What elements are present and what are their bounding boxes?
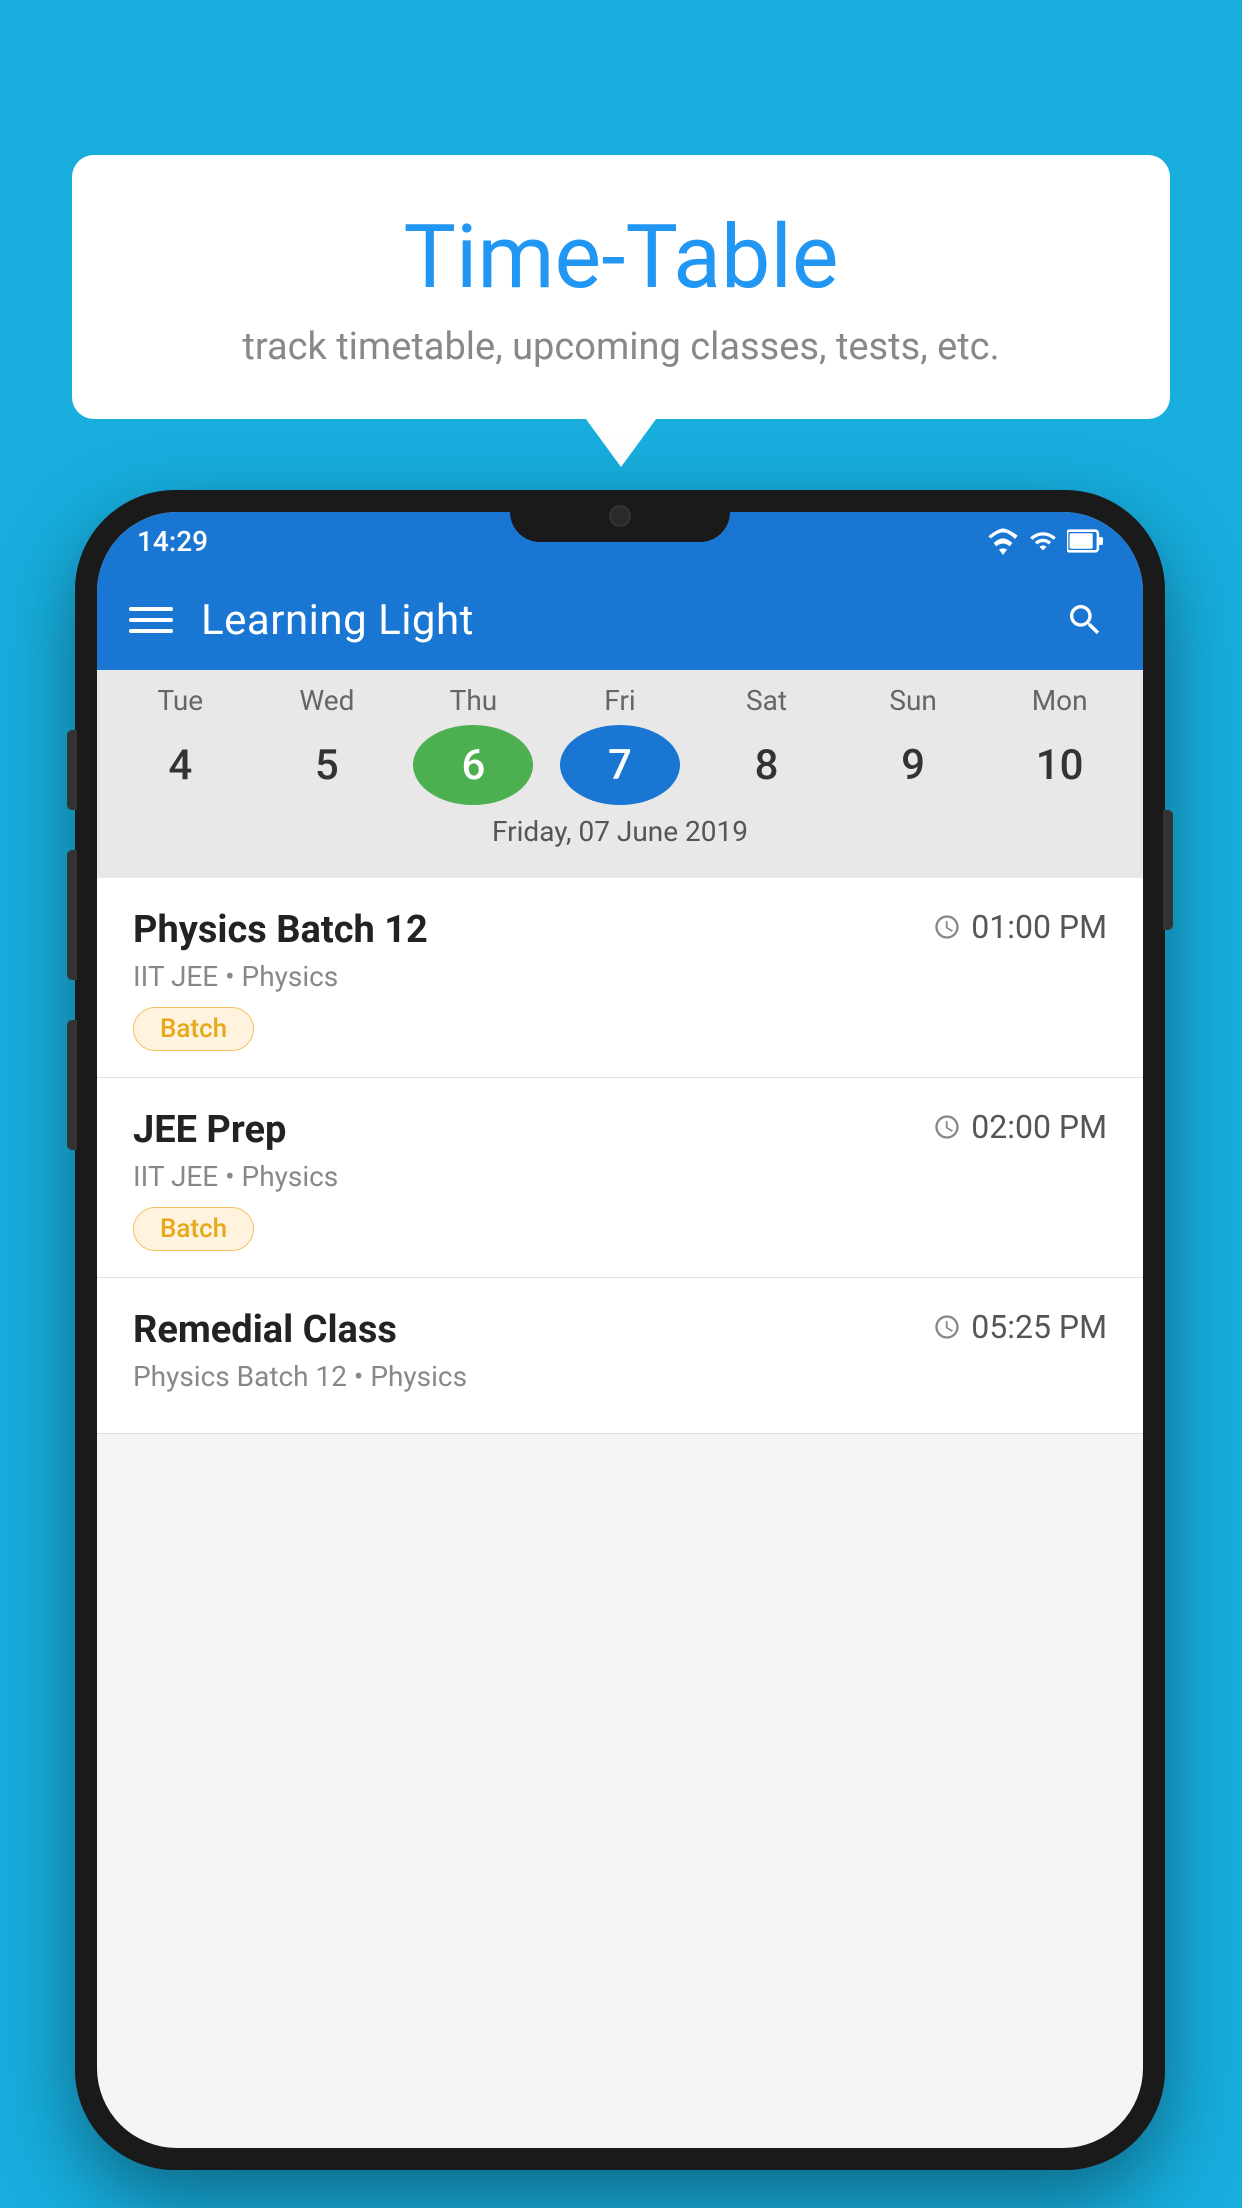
speech-bubble-container: Time-Table track timetable, upcoming cla… xyxy=(72,155,1170,419)
phone-mockup: 14:29 xyxy=(75,490,1165,2170)
schedule-item-header-2: JEE Prep 02:00 PM xyxy=(133,1108,1107,1152)
phone-body: 14:29 xyxy=(75,490,1165,2170)
app-title: Learning Light xyxy=(201,596,1059,645)
phone-notch xyxy=(510,490,730,542)
schedule-subtitle-1: IIT JEE • Physics xyxy=(133,960,1107,993)
clock-icon-2 xyxy=(933,1113,961,1141)
schedule-time-2: 02:00 PM xyxy=(933,1108,1107,1146)
day-sun: Sun xyxy=(853,684,973,717)
schedule-item-header-1: Physics Batch 12 01:00 PM xyxy=(133,908,1107,952)
status-time: 14:29 xyxy=(137,525,208,558)
speech-bubble-title: Time-Table xyxy=(132,210,1110,307)
schedule-item-remedial[interactable]: Remedial Class 05:25 PM Physics Batch 12… xyxy=(97,1278,1143,1434)
schedule-item-header-3: Remedial Class 05:25 PM xyxy=(133,1308,1107,1352)
time-text-1: 01:00 PM xyxy=(971,908,1107,946)
schedule-subtitle-3: Physics Batch 12 • Physics xyxy=(133,1360,1107,1393)
batch-badge-2: Batch xyxy=(133,1207,254,1251)
date-8[interactable]: 8 xyxy=(707,725,827,805)
date-7-selected[interactable]: 7 xyxy=(560,725,680,805)
date-6-today[interactable]: 6 xyxy=(413,725,533,805)
date-4[interactable]: 4 xyxy=(120,725,240,805)
schedule-item-physics-batch[interactable]: Physics Batch 12 01:00 PM IIT JEE • Phys… xyxy=(97,878,1143,1078)
schedule-title-2: JEE Prep xyxy=(133,1108,286,1152)
battery-icon xyxy=(1067,527,1103,555)
schedule-title-1: Physics Batch 12 xyxy=(133,908,428,952)
search-button[interactable] xyxy=(1059,594,1111,646)
day-fri: Fri xyxy=(560,684,680,717)
volume-up-button xyxy=(67,730,77,810)
speech-bubble-subtitle: track timetable, upcoming classes, tests… xyxy=(132,325,1110,369)
status-icons xyxy=(987,527,1103,555)
search-icon xyxy=(1065,600,1105,640)
front-camera xyxy=(609,505,631,527)
day-names-row: Tue Wed Thu Fri Sat Sun Mon xyxy=(97,684,1143,717)
phone-screen: 14:29 xyxy=(97,512,1143,2148)
schedule-item-jee-prep[interactable]: JEE Prep 02:00 PM IIT JEE • Physics Batc… xyxy=(97,1078,1143,1278)
speech-bubble: Time-Table track timetable, upcoming cla… xyxy=(72,155,1170,419)
date-5[interactable]: 5 xyxy=(267,725,387,805)
wifi-icon xyxy=(987,527,1019,555)
day-mon: Mon xyxy=(1000,684,1120,717)
clock-icon-1 xyxy=(933,913,961,941)
time-text-2: 02:00 PM xyxy=(971,1108,1107,1146)
calendar-strip: Tue Wed Thu Fri Sat Sun Mon 4 5 6 7 8 9 … xyxy=(97,670,1143,878)
date-9[interactable]: 9 xyxy=(853,725,973,805)
day-sat: Sat xyxy=(707,684,827,717)
clock-icon-3 xyxy=(933,1313,961,1341)
day-wed: Wed xyxy=(267,684,387,717)
app-bar: Learning Light xyxy=(97,570,1143,670)
schedule-time-3: 05:25 PM xyxy=(933,1308,1107,1346)
selected-date-label: Friday, 07 June 2019 xyxy=(97,815,1143,858)
schedule-subtitle-2: IIT JEE • Physics xyxy=(133,1160,1107,1193)
day-thu: Thu xyxy=(413,684,533,717)
date-10[interactable]: 10 xyxy=(1000,725,1120,805)
dates-row: 4 5 6 7 8 9 10 xyxy=(97,725,1143,805)
schedule-title-3: Remedial Class xyxy=(133,1308,397,1352)
batch-badge-1: Batch xyxy=(133,1007,254,1051)
silent-button xyxy=(67,1020,77,1150)
volume-down-button xyxy=(67,850,77,980)
schedule-time-1: 01:00 PM xyxy=(933,908,1107,946)
schedule-list: Physics Batch 12 01:00 PM IIT JEE • Phys… xyxy=(97,878,1143,1434)
hamburger-menu-button[interactable] xyxy=(129,607,173,633)
day-tue: Tue xyxy=(120,684,240,717)
time-text-3: 05:25 PM xyxy=(971,1308,1107,1346)
signal-icon xyxy=(1029,527,1057,555)
power-button xyxy=(1163,810,1173,930)
